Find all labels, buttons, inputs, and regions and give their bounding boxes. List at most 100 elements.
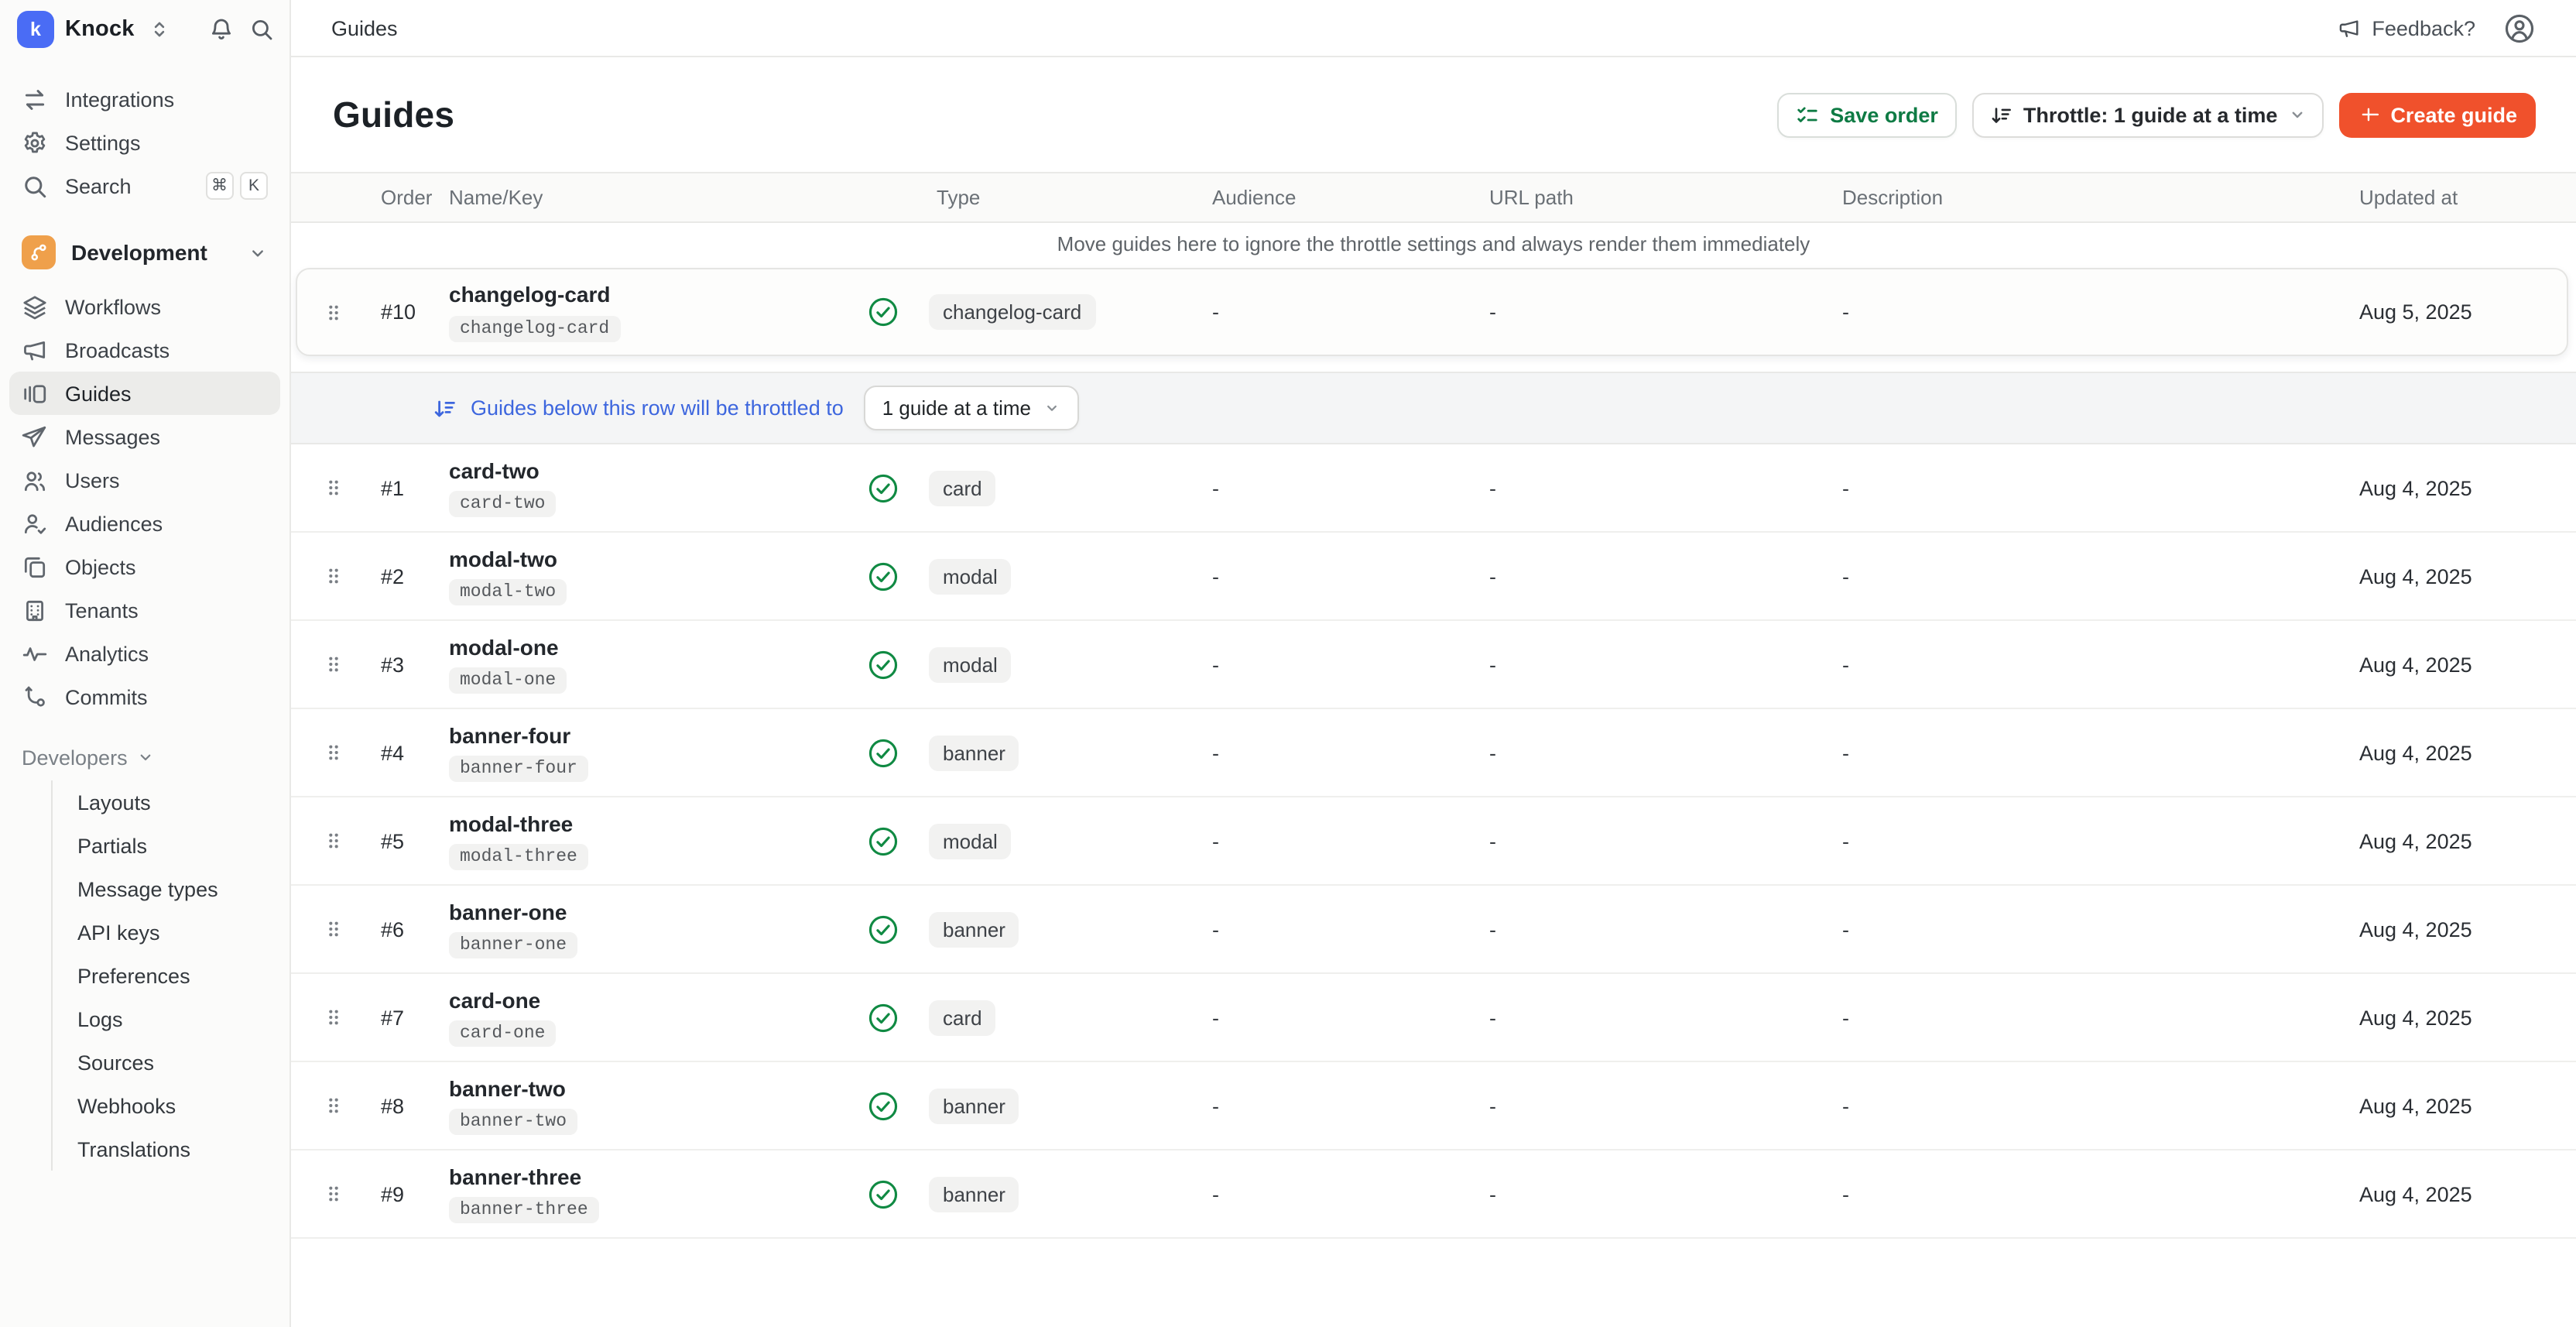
guide-name: modal-one — [449, 635, 867, 660]
guide-name: modal-three — [449, 811, 867, 836]
sidebar-item-partials[interactable]: Partials — [77, 824, 280, 867]
guide-order: #10 — [372, 300, 449, 324]
guide-order: #5 — [372, 829, 449, 852]
guide-updated-at: Aug 4, 2025 — [2291, 741, 2576, 764]
drag-handle-icon[interactable] — [325, 742, 372, 763]
sidebar-item-translations[interactable]: Translations — [77, 1127, 280, 1171]
feedback-button[interactable]: Feedback? — [2338, 16, 2475, 39]
sidebar-item-settings[interactable]: Settings — [9, 121, 280, 164]
unthrottled-dropzone: Move guides here to ignore the throttle … — [291, 223, 2576, 373]
sidebar-item-message-types[interactable]: Message types — [77, 867, 280, 910]
drag-handle-icon[interactable] — [325, 1095, 372, 1116]
guide-row[interactable]: #9 banner-three banner-three banner - - … — [291, 1150, 2576, 1239]
person-circle-icon — [2503, 12, 2536, 44]
guide-row[interactable]: #5 modal-three modal-three modal - - - A… — [291, 797, 2576, 886]
guide-description: - — [1811, 564, 2291, 588]
guide-type-badge: banner — [929, 911, 1019, 947]
guide-type: banner — [929, 911, 1192, 947]
search-icon[interactable] — [249, 16, 274, 41]
guide-row[interactable]: #4 banner-four banner-four banner - - - … — [291, 709, 2576, 797]
sidebar-item-guides[interactable]: Guides — [9, 372, 280, 415]
notifications-bell-icon[interactable] — [209, 16, 234, 41]
guide-description: - — [1811, 917, 2291, 941]
guide-type: modal — [929, 823, 1192, 859]
sidebar-item-audiences[interactable]: Audiences — [9, 502, 280, 545]
knock-logo: k — [17, 10, 54, 47]
developers-subnav: LayoutsPartialsMessage typesAPI keysPref… — [51, 780, 280, 1171]
chevron-down-icon — [1043, 399, 1060, 417]
guide-audience: - — [1192, 1094, 1471, 1117]
drag-handle-icon[interactable] — [325, 301, 372, 323]
guide-name-key: changelog-card changelog-card — [449, 283, 867, 341]
guide-key-badge: changelog-card — [449, 315, 620, 341]
col-header-type: Type — [929, 186, 1192, 209]
sidebar-item-commits[interactable]: Commits — [9, 675, 280, 718]
sidebar-item-search[interactable]: Search ⌘ K — [9, 164, 280, 207]
developers-section-toggle[interactable]: Developers — [9, 737, 280, 777]
guide-description: - — [1811, 829, 2291, 852]
guide-order: #6 — [372, 917, 449, 941]
guide-key-badge: card-two — [449, 491, 556, 517]
active-check-icon — [867, 1089, 929, 1122]
user-avatar-button[interactable] — [2503, 12, 2536, 44]
environment-switcher[interactable]: Development — [9, 229, 280, 276]
sidebar-item-webhooks[interactable]: Webhooks — [77, 1084, 280, 1127]
sidebar-item-users[interactable]: Users — [9, 458, 280, 502]
sidebar-item-layouts[interactable]: Layouts — [77, 780, 280, 824]
sidebar-item-logs[interactable]: Logs — [77, 997, 280, 1041]
sidebar-item-sources[interactable]: Sources — [77, 1041, 280, 1084]
throttle-inline-dropdown[interactable]: 1 guide at a time — [864, 386, 1079, 430]
sidebar-item-objects[interactable]: Objects — [9, 545, 280, 588]
guide-key-badge: banner-one — [449, 932, 577, 958]
sidebar-item-broadcasts[interactable]: Broadcasts — [9, 328, 280, 372]
guide-row[interactable]: #6 banner-one banner-one banner - - - Au… — [291, 886, 2576, 974]
guide-row[interactable]: #8 banner-two banner-two banner - - - Au… — [291, 1062, 2576, 1150]
sidebar-item-workflows[interactable]: Workflows — [9, 285, 280, 328]
guide-name: banner-three — [449, 1164, 867, 1189]
col-header-url-path: URL path — [1471, 186, 1811, 209]
guide-name: card-two — [449, 458, 867, 483]
gear-icon — [22, 129, 48, 156]
sidebar-item-analytics[interactable]: Analytics — [9, 632, 280, 675]
guide-description: - — [1811, 741, 2291, 764]
drag-handle-icon[interactable] — [325, 565, 372, 587]
chevrons-up-down-icon[interactable] — [149, 18, 170, 39]
guide-updated-at: Aug 4, 2025 — [2291, 476, 2576, 499]
guide-row[interactable]: #3 modal-one modal-one modal - - - Aug 4… — [291, 621, 2576, 709]
drag-handle-icon[interactable] — [325, 830, 372, 852]
sidebar-item-preferences[interactable]: Preferences — [77, 954, 280, 997]
col-header-order: Order — [372, 186, 449, 209]
workspace-switcher[interactable]: k Knock — [0, 0, 289, 57]
guide-row[interactable]: #7 card-one card-one card - - - Aug 4, 2… — [291, 974, 2576, 1062]
create-guide-button[interactable]: Create guide — [2339, 92, 2536, 137]
send-plane-icon — [22, 423, 48, 450]
user-check-icon — [22, 510, 48, 537]
sidebar-item-tenants[interactable]: Tenants — [9, 588, 280, 632]
active-check-icon — [867, 560, 929, 592]
guide-row[interactable]: #2 modal-two modal-two modal - - - Aug 4… — [291, 533, 2576, 621]
sidebar-item-messages[interactable]: Messages — [9, 415, 280, 458]
save-order-button[interactable]: Save order — [1777, 92, 1957, 137]
environment-branch-icon — [22, 235, 56, 269]
guide-row[interactable]: #10 changelog-card changelog-card change… — [296, 268, 2568, 356]
sidebar-item-api-keys[interactable]: API keys — [77, 910, 280, 954]
guide-type: banner — [929, 735, 1192, 770]
drag-handle-icon[interactable] — [325, 1183, 372, 1205]
guide-row[interactable]: #1 card-two card-two card - - - Aug 4, 2… — [291, 444, 2576, 533]
guide-key-badge: modal-one — [449, 667, 567, 694]
drag-handle-icon[interactable] — [325, 477, 372, 499]
drag-handle-icon[interactable] — [325, 918, 372, 940]
drag-handle-icon[interactable] — [325, 1006, 372, 1028]
throttle-dropdown-button[interactable]: Throttle: 1 guide at a time — [1972, 92, 2324, 137]
guide-url-path: - — [1471, 476, 1811, 499]
dropzone-hint: Move guides here to ignore the throttle … — [291, 223, 2576, 265]
drag-handle-icon[interactable] — [325, 653, 372, 675]
guide-order: #2 — [372, 564, 449, 588]
sidebar-item-integrations[interactable]: Integrations — [9, 77, 280, 121]
guide-key-badge: card-one — [449, 1020, 556, 1047]
unthrottled-rows: #10 changelog-card changelog-card change… — [291, 268, 2576, 356]
guide-type-badge: card — [929, 1000, 996, 1035]
guide-order: #8 — [372, 1094, 449, 1117]
active-check-icon — [867, 736, 929, 769]
chevron-down-icon — [248, 242, 268, 262]
